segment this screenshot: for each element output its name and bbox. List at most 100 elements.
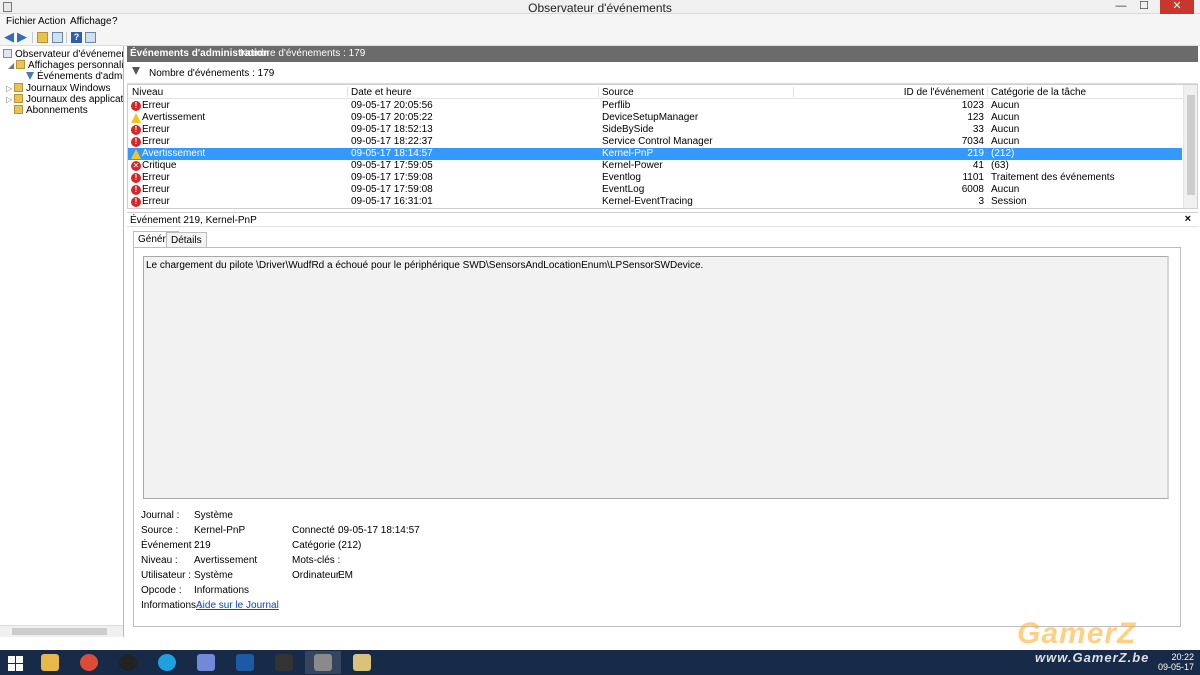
action-pane-icon[interactable] xyxy=(85,32,96,43)
folder-icon xyxy=(16,60,25,69)
logged-value: 09-05-17 18:14:57 xyxy=(338,525,420,536)
row-source: EventLog xyxy=(602,184,645,195)
row-category: (63) xyxy=(991,160,1009,171)
column-separator[interactable] xyxy=(987,87,988,97)
back-arrow-icon[interactable]: ◀ xyxy=(4,30,15,43)
close-button[interactable]: ✕ xyxy=(1160,0,1194,14)
taskbar-app-ubisoft[interactable] xyxy=(110,651,146,674)
help-log-link[interactable]: Aide sur le Journal xyxy=(196,600,279,611)
detail-vertical-scrollbar[interactable] xyxy=(1188,232,1198,630)
row-category: Session xyxy=(991,196,1027,207)
row-date: 09-05-17 18:22:37 xyxy=(351,136,433,147)
folder-icon xyxy=(14,94,23,103)
menu-help[interactable]: ? xyxy=(112,16,118,27)
table-vertical-scrollbar[interactable] xyxy=(1183,85,1197,208)
logged-label: Connecté : xyxy=(292,525,341,536)
watermark-title: GamerZ xyxy=(1017,617,1137,650)
table-row[interactable]: ! Erreur 09-05-17 18:52:13 SideBySide Aucun 3… xyxy=(128,124,1182,136)
error-icon: ! xyxy=(131,125,141,135)
show-tree-icon[interactable] xyxy=(52,32,63,43)
filter-icon xyxy=(26,72,34,80)
event-detail-header: Événement 219, Kernel-PnP × xyxy=(127,212,1198,227)
open-folder-icon[interactable] xyxy=(37,32,48,43)
menu-fichier[interactable]: Fichier xyxy=(6,16,36,27)
scrollbar-thumb[interactable] xyxy=(12,628,107,635)
taskbar-app-chrome[interactable] xyxy=(71,651,107,674)
minimize-button[interactable]: — xyxy=(1110,0,1132,14)
row-source: Kernel-Power xyxy=(602,160,663,171)
category-value: (212) xyxy=(338,540,362,551)
maximize-button[interactable]: ☐ xyxy=(1133,0,1155,14)
tab-details[interactable]: Détails xyxy=(166,232,207,247)
error-icon: ! xyxy=(131,137,141,147)
tree-horizontal-scrollbar[interactable] xyxy=(0,625,123,637)
table-header: Niveau Date et heure Source ID de l'évén… xyxy=(128,85,1184,99)
level-label: Niveau : xyxy=(141,555,178,566)
user-value: Système xyxy=(194,570,233,581)
column-header-category[interactable]: Catégorie de la tâche xyxy=(991,87,1086,98)
taskbar-app-battlenet[interactable] xyxy=(227,651,263,674)
tree-item-apps-logs[interactable]: ▷Journaux des applications et xyxy=(6,94,123,105)
row-category: Aucun xyxy=(991,124,1020,135)
row-event-id: 1101 xyxy=(962,172,984,183)
taskbar-app-discord[interactable] xyxy=(188,651,224,674)
title-bar: Observateur d'événements — ☐ ✕ xyxy=(0,0,1200,15)
row-event-id: 7034 xyxy=(961,136,984,147)
row-level: Erreur xyxy=(142,184,170,195)
taskbar-app-aion[interactable] xyxy=(266,651,302,674)
table-row[interactable]: ! Erreur 09-05-17 17:59:08 Eventlog Traiteme… xyxy=(128,172,1182,184)
subscription-icon xyxy=(14,105,23,114)
menu-action[interactable]: Action xyxy=(38,16,66,27)
keywords-label: Mots-clés : xyxy=(292,555,341,566)
row-category: (212) xyxy=(991,148,1015,159)
row-event-id: 123 xyxy=(967,112,984,123)
close-detail-icon[interactable]: × xyxy=(1185,213,1191,225)
column-separator[interactable] xyxy=(598,87,599,97)
computer-label: Ordinateur : xyxy=(292,570,345,581)
scrollbar-thumb[interactable] xyxy=(1187,95,1195,195)
tree-item-subscriptions[interactable]: Abonnements xyxy=(14,105,88,116)
source-value: Kernel-PnP xyxy=(194,525,246,536)
column-header-level[interactable]: Niveau xyxy=(132,87,163,98)
panel-event-count: Nombre d'événements : 179 xyxy=(240,48,366,59)
column-header-date[interactable]: Date et heure xyxy=(351,87,412,98)
start-button[interactable] xyxy=(0,651,36,674)
tree-item-windows-logs[interactable]: ▷ Journaux Windows xyxy=(6,83,110,94)
taskbar-app-paint[interactable] xyxy=(344,651,380,674)
row-date: 09-05-17 18:14:57 xyxy=(351,148,433,159)
help-icon[interactable]: ? xyxy=(71,32,82,43)
collapsed-triangle-icon[interactable]: ▷ xyxy=(6,84,14,93)
tree-item-root[interactable]: Observateur d'événements (Loca xyxy=(3,49,123,60)
event-id-value: 219 xyxy=(194,540,211,551)
table-row[interactable]: ! Erreur 09-05-17 17:59:08 EventLog Aucun 600… xyxy=(128,184,1182,196)
journal-value: Système xyxy=(194,510,233,521)
source-label: Source : xyxy=(141,525,179,536)
column-separator[interactable] xyxy=(347,87,348,97)
row-category: Aucun xyxy=(991,100,1020,111)
table-row[interactable]: ! Erreur 09-05-17 18:22:37 Service Control … xyxy=(128,136,1182,148)
taskbar-app-explorer[interactable] xyxy=(32,651,68,674)
table-row[interactable]: ! Erreur 09-05-17 20:05:56 Perflib Aucun 1023 xyxy=(128,100,1182,112)
column-separator[interactable] xyxy=(793,87,794,97)
tree-item-custom-views[interactable]: ◢Affichages personnalisés xyxy=(8,60,123,71)
table-row[interactable]: ! Erreur 09-05-17 16:31:01 Kernel-EventTrac… xyxy=(128,196,1182,208)
menu-affichage[interactable]: Affichage xyxy=(70,16,112,27)
explorer-icon xyxy=(41,654,59,671)
row-event-id: 33 xyxy=(972,124,984,135)
table-row[interactable]: Avertissement 09-05-17 18:14:57 Kernel-PnP… xyxy=(128,148,1182,160)
tree-item-admin-events[interactable]: Événements d'administra xyxy=(26,71,123,82)
table-row[interactable]: ✕ Critique 09-05-17 17:59:05 Kernel-Power (6… xyxy=(128,160,1182,172)
column-header-event-id[interactable]: ID de l'événement xyxy=(798,87,984,98)
expanded-triangle-icon[interactable]: ◢ xyxy=(8,61,16,70)
taskbar-app-skype[interactable] xyxy=(149,651,185,674)
forward-arrow-icon[interactable]: ▶ xyxy=(17,30,28,43)
event-description-box[interactable]: Le chargement du pilote \Driver\WudfRd a… xyxy=(143,256,1169,499)
row-source: DeviceSetupManager xyxy=(602,112,699,123)
collapsed-triangle-icon[interactable]: ▷ xyxy=(6,95,14,104)
column-header-source[interactable]: Source xyxy=(602,87,634,98)
discord-icon xyxy=(197,654,215,671)
computer-value: EM xyxy=(338,570,353,581)
table-row[interactable]: Avertissement 09-05-17 20:05:22 DeviceSetu… xyxy=(128,112,1182,124)
taskbar-app-event-viewer[interactable] xyxy=(305,651,341,674)
aion-icon xyxy=(275,654,293,671)
